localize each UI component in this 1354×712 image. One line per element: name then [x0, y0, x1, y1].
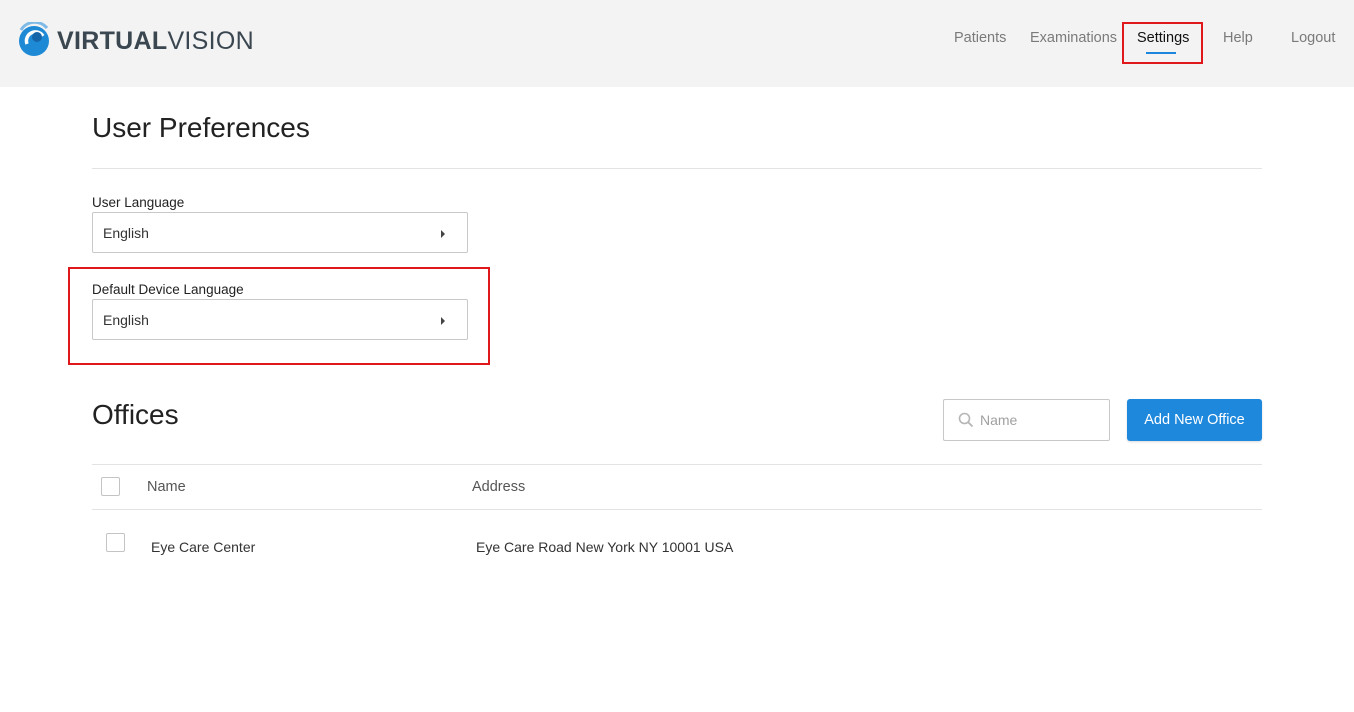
nav-patients[interactable]: Patients [954, 30, 1006, 46]
nav-help[interactable]: Help [1223, 30, 1253, 46]
office-search-box[interactable] [943, 399, 1110, 441]
default-device-language-value: English [103, 312, 149, 328]
column-header-name[interactable]: Name [147, 479, 186, 495]
user-language-label: User Language [92, 195, 185, 210]
nav-logout[interactable]: Logout [1291, 30, 1335, 46]
active-tab-indicator [1146, 52, 1176, 54]
column-header-address[interactable]: Address [472, 479, 525, 495]
search-icon [958, 412, 974, 428]
brand-name-thin: VISION [167, 27, 254, 55]
add-new-office-button[interactable]: Add New Office [1127, 399, 1262, 441]
default-device-language-select[interactable]: English [92, 299, 468, 340]
logo-eye-icon [19, 22, 49, 56]
user-language-select[interactable]: English [92, 212, 468, 253]
row-checkbox[interactable] [106, 533, 125, 552]
nav-settings[interactable]: Settings [1137, 30, 1189, 46]
caret-right-icon [441, 230, 445, 238]
offices-title: Offices [92, 399, 179, 430]
brand-name: VIRTUALVISION [57, 27, 254, 56]
caret-right-icon [441, 317, 445, 325]
office-address-cell: Eye Care Road New York NY 10001 USA [476, 539, 734, 555]
default-device-language-label: Default Device Language [92, 282, 244, 297]
user-preferences-title: User Preferences [92, 112, 310, 143]
section-divider [92, 168, 1262, 169]
table-header-divider [92, 509, 1262, 510]
office-name-cell: Eye Care Center [151, 539, 256, 555]
select-all-checkbox[interactable] [101, 477, 120, 496]
nav-examinations[interactable]: Examinations [1030, 30, 1117, 46]
top-navigation-bar: VIRTUALVISION Patients Examinations Sett… [0, 0, 1354, 87]
brand-name-bold: VIRTUAL [57, 27, 168, 55]
table-top-divider [92, 464, 1262, 465]
app-logo[interactable]: VIRTUALVISION [17, 22, 257, 62]
office-search-input[interactable] [980, 409, 1100, 431]
user-language-value: English [103, 225, 149, 241]
